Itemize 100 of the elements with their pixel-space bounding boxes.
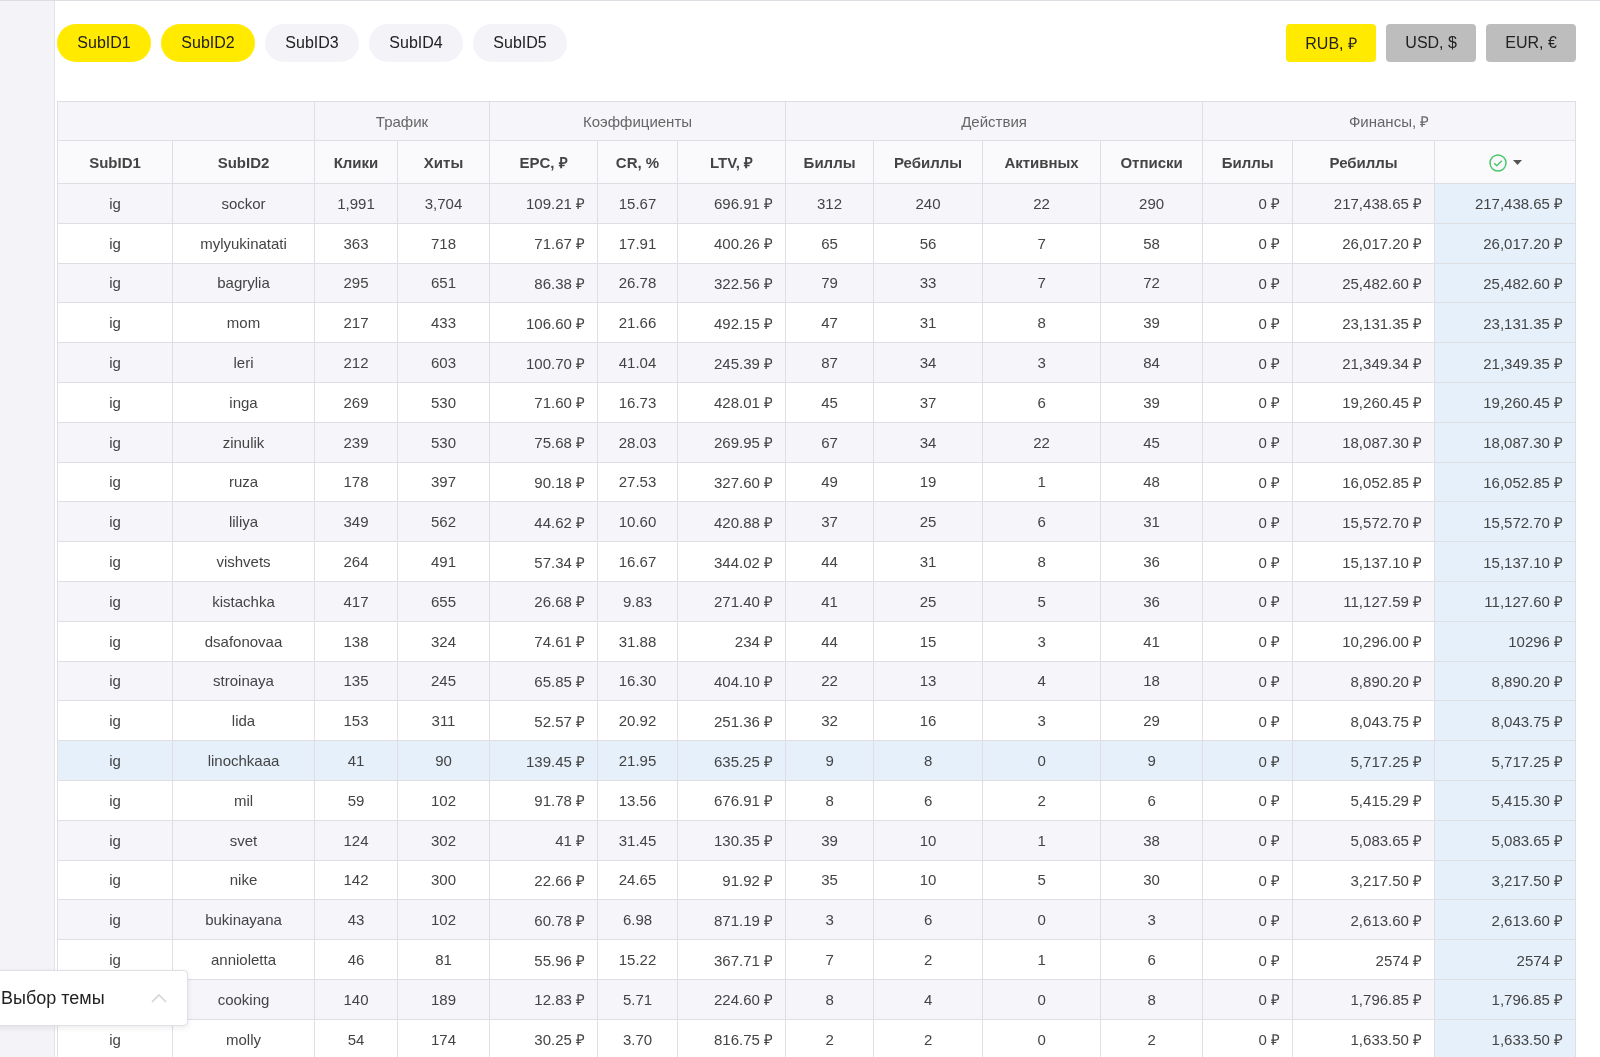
table-row[interactable]: ig dsafonovaa 138 324 74.61 ₽ 31.88 234 ₽ 44 15 3 41 0 ₽ 10,296.00 ₽ 10296 ₽ bbox=[57, 621, 1576, 662]
table-cell: 400.26 ₽ bbox=[714, 235, 774, 253]
table-cell: 21,349.35 ₽ bbox=[1483, 354, 1564, 372]
table-cell: ig bbox=[109, 951, 121, 969]
currency-button[interactable]: RUB, ₽ bbox=[1286, 24, 1377, 62]
table-cell: 0 bbox=[1037, 1030, 1046, 1048]
table-cell: 871.19 ₽ bbox=[714, 911, 774, 929]
theme-picker[interactable]: Выбор темы bbox=[0, 970, 188, 1026]
subid-filter-chip[interactable]: SubID3 bbox=[265, 24, 359, 62]
table-cell: 43 bbox=[347, 911, 365, 929]
table-cell: 0 ₽ bbox=[1258, 633, 1281, 651]
table-row[interactable]: ig ruza 178 397 90.18 ₽ 27.53 327.60 ₽ 49 19 1 48 0 ₽ 16,052.85 ₽ 16,052.85 ₽ bbox=[57, 462, 1576, 502]
currency-button[interactable]: EUR, € bbox=[1486, 24, 1577, 62]
column-header: CR, % bbox=[597, 140, 678, 184]
table-cell: 109.21 ₽ bbox=[525, 195, 585, 213]
table-cell: 18,087.30 ₽ bbox=[1483, 434, 1564, 452]
table-cell: 404.10 ₽ bbox=[714, 672, 774, 690]
table-row[interactable]: ig sockor 1,991 3,704 109.21 ₽ 15.67 696.91 ₽ 312 240 22 290 0 ₽ 217,438.65 ₽ 217,438.65 ₽ bbox=[57, 183, 1576, 224]
table-row[interactable]: ig vishvets 264 491 57.34 ₽ 16.67 344.02 ₽ 44 31 8 36 0 ₽ 15,137.10 ₽ 15,137.10 ₽ bbox=[57, 541, 1576, 582]
table-cell: 65.85 ₽ bbox=[534, 672, 585, 690]
table-cell: 0 ₽ bbox=[1258, 832, 1281, 850]
table-row[interactable]: ig inga 269 530 71.60 ₽ 16.73 428.01 ₽ 45 37 6 39 0 ₽ 19,260.45 ₽ 19,260.45 ₽ bbox=[57, 382, 1576, 423]
table-cell: 0 ₽ bbox=[1258, 672, 1281, 690]
table-cell: 65 bbox=[821, 234, 838, 252]
table-row[interactable]: ig bukinayana 43 102 60.78 ₽ 6.98 871.19 ₽ 3 6 0 3 0 ₽ 2,613.60 ₽ 2,613.60 ₽ bbox=[57, 899, 1576, 940]
table-cell: ig bbox=[109, 871, 121, 889]
table-cell: 1,991 bbox=[337, 194, 375, 212]
table-cell: 8,043.75 ₽ bbox=[1491, 712, 1564, 730]
table-cell: 18,087.30 ₽ bbox=[1342, 434, 1423, 452]
table-row[interactable]: ig leri 212 603 100.70 ₽ 41.04 245.39 ₽ 87 34 3 84 0 ₽ 21,349.34 ₽ 21,349.35 ₽ bbox=[57, 342, 1576, 383]
table-cell: 25,482.60 ₽ bbox=[1483, 275, 1564, 292]
table-cell: 31.88 bbox=[618, 632, 657, 650]
table-row[interactable]: ig stroinaya 135 245 65.85 ₽ 16.30 404.10 ₽ 22 13 4 18 0 ₽ 8,890.20 ₽ 8,890.20 ₽ bbox=[57, 661, 1576, 701]
table-row[interactable]: ig kistachka 417 655 26.68 ₽ 9.83 271.40 ₽ 41 25 5 36 0 ₽ 11,127.59 ₽ 11,127.60 ₽ bbox=[57, 581, 1576, 622]
table-cell: 491 bbox=[431, 553, 456, 571]
table-cell: zinulik bbox=[222, 433, 265, 451]
table-cell: 39 bbox=[1143, 393, 1160, 411]
table-cell: ig bbox=[109, 433, 121, 451]
table-cell: 41 bbox=[1143, 632, 1160, 650]
table-cell: 138 bbox=[343, 632, 369, 650]
column-header: Клики bbox=[314, 140, 398, 184]
table-cell: 1,633.50 ₽ bbox=[1350, 1031, 1423, 1049]
table-cell: 86.38 ₽ bbox=[534, 275, 585, 292]
table-cell: 0 ₽ bbox=[1258, 792, 1281, 810]
table-row[interactable]: ig svet 124 302 41 ₽ 31.45 130.35 ₽ 39 10 1 38 0 ₽ 5,083.65 ₽ 5,083.65 ₽ bbox=[57, 820, 1576, 861]
table-cell: 6 bbox=[1037, 393, 1046, 411]
column-header[interactable] bbox=[1434, 140, 1576, 184]
column-header: Хиты bbox=[397, 140, 490, 184]
subid-filter-chip[interactable]: SubID5 bbox=[473, 24, 567, 62]
subid-filter-chip[interactable]: SubID4 bbox=[369, 24, 463, 62]
table-cell: 72 bbox=[1143, 274, 1160, 292]
table-cell: 8 bbox=[825, 791, 834, 809]
table-cell: ig bbox=[109, 354, 121, 372]
table-cell: 0 ₽ bbox=[1258, 354, 1281, 372]
table-cell: 349 bbox=[343, 513, 369, 531]
table-cell: 16,052.85 ₽ bbox=[1342, 473, 1423, 491]
table-cell: 36 bbox=[1143, 553, 1160, 571]
table-row[interactable]: ig nike 142 300 22.66 ₽ 24.65 91.92 ₽ 35 10 5 30 0 ₽ 3,217.50 ₽ 3,217.50 ₽ bbox=[57, 860, 1576, 900]
table-cell: 8,890.20 ₽ bbox=[1350, 672, 1423, 690]
table-row[interactable]: ig mil 59 102 91.78 ₽ 13.56 676.91 ₽ 8 6 2 6 0 ₽ 5,415.29 ₽ 5,415.30 ₽ bbox=[57, 780, 1576, 821]
table-row[interactable]: ig mom 217 433 106.60 ₽ 21.66 492.15 ₽ 47 31 8 39 0 ₽ 23,131.35 ₽ 23,131.35 ₽ bbox=[57, 302, 1576, 343]
subid-filter-chip[interactable]: SubID1 bbox=[57, 24, 151, 62]
table-cell: 52.57 ₽ bbox=[534, 712, 585, 730]
table-cell: 0 bbox=[1037, 990, 1046, 1008]
column-header: EPC, ₽ bbox=[489, 140, 598, 184]
table-cell: 311 bbox=[431, 712, 456, 730]
table-cell: 24.65 bbox=[618, 871, 657, 889]
table-cell: 8 bbox=[923, 752, 933, 770]
table-cell: 6 bbox=[1147, 951, 1156, 969]
table-row[interactable]: ig mylyukinatati 363 718 71.67 ₽ 17.91 400.26 ₽ 65 56 7 58 0 ₽ 26,017.20 ₽ 26,017.20 ₽ bbox=[57, 223, 1576, 264]
table-row[interactable]: ig liliya 349 562 44.62 ₽ 10.60 420.88 ₽ 37 25 6 31 0 ₽ 15,572.70 ₽ 15,572.70 ₽ bbox=[57, 501, 1576, 542]
table-cell: 251.36 ₽ bbox=[714, 712, 774, 730]
table-cell: 492.15 ₽ bbox=[714, 314, 774, 332]
table-cell: 3,704 bbox=[424, 194, 463, 212]
table-cell: 5,415.29 ₽ bbox=[1350, 792, 1423, 810]
table-cell: kistachka bbox=[212, 592, 275, 610]
column-header: SubID2 bbox=[172, 140, 315, 184]
table-row[interactable]: ig lida 153 311 52.57 ₽ 20.92 251.36 ₽ 32 16 3 29 0 ₽ 8,043.75 ₽ 8,043.75 ₽ bbox=[57, 700, 1576, 741]
table-cell: 290 bbox=[1139, 194, 1165, 212]
table-cell: 11,127.59 ₽ bbox=[1343, 593, 1423, 611]
table-cell: 5 bbox=[1037, 592, 1046, 610]
currency-button[interactable]: USD, $ bbox=[1386, 24, 1477, 62]
table-cell: 49 bbox=[821, 473, 838, 491]
table-cell: 71.60 ₽ bbox=[534, 394, 585, 412]
table-cell: 19,260.45 ₽ bbox=[1483, 394, 1564, 412]
table-row[interactable]: ig linochkaaa 41 90 139.45 ₽ 21.95 635.25 ₽ 9 8 0 9 0 ₽ 5,717.25 ₽ 5,717.25 ₽ bbox=[57, 740, 1576, 781]
table-cell: 269 bbox=[343, 393, 369, 411]
table-cell: 75.68 ₽ bbox=[534, 434, 585, 452]
subid-filter-chip[interactable]: SubID2 bbox=[161, 24, 255, 62]
table-cell: ig bbox=[109, 234, 121, 252]
table-row[interactable]: ig zinulik 239 530 75.68 ₽ 28.03 269.95 ₽ 67 34 22 45 0 ₽ 18,087.30 ₽ 18,087.30 ₽ bbox=[57, 422, 1576, 463]
table-row[interactable]: ig bagrylia 295 651 86.38 ₽ 26.78 322.56 ₽ 79 33 7 72 0 ₽ 25,482.60 ₽ 25,482.60 ₽ bbox=[57, 263, 1576, 303]
table-cell: 3 bbox=[1037, 632, 1046, 650]
table-cell: 676.91 ₽ bbox=[714, 792, 774, 810]
table-cell: 23,131.35 ₽ bbox=[1342, 314, 1423, 332]
table-cell: 5,717.25 ₽ bbox=[1350, 752, 1423, 770]
table-cell: 0 ₽ bbox=[1258, 195, 1281, 213]
table-cell: 10 bbox=[919, 831, 937, 849]
table-cell: 37 bbox=[821, 513, 838, 531]
table-cell: 530 bbox=[431, 433, 456, 451]
